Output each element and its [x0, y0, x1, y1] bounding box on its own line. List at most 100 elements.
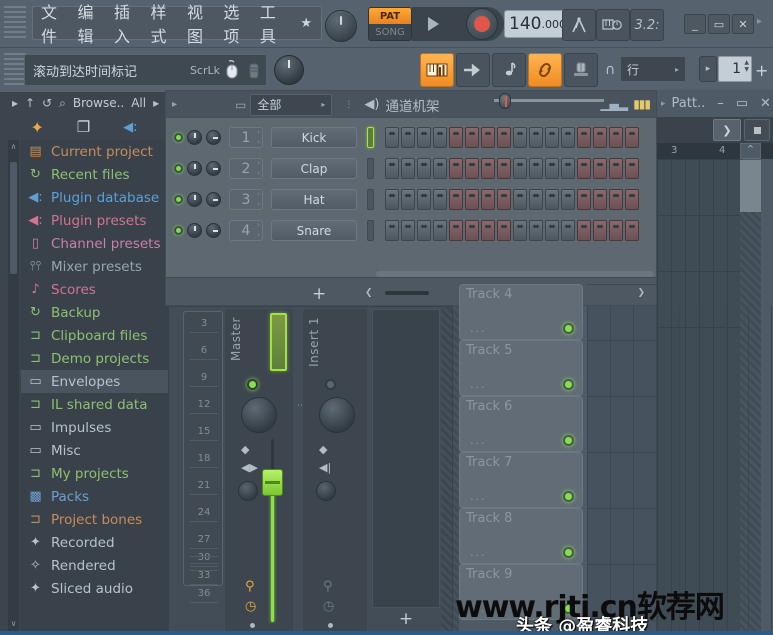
minimize-button[interactable]: _ [684, 14, 706, 34]
browser-item-scores[interactable]: ♪ Scores [21, 278, 168, 301]
step-button[interactable] [577, 127, 591, 148]
channel-number[interactable]: 2 › ‹ [229, 158, 263, 179]
channel-row[interactable]: 2 › ‹ Clap [174, 155, 639, 182]
step-button[interactable] [497, 220, 511, 241]
menu-item-2[interactable]: 插入 [114, 0, 143, 47]
channel-number[interactable]: 4 › ‹ [229, 220, 263, 241]
scroll-left-icon[interactable]: ❮ [365, 288, 373, 298]
add-channel-button[interactable]: + [312, 284, 326, 304]
channel-volume-knob[interactable] [187, 192, 202, 207]
step-button[interactable] [545, 220, 559, 241]
playlist-track-led[interactable] [563, 379, 574, 390]
browser-item-plugin-presets[interactable]: ◀: Plugin presets [21, 209, 168, 232]
browser-item-current-project[interactable]: ▤ Current project [21, 140, 168, 163]
browser-up-icon[interactable]: ↑ [25, 96, 35, 110]
playlist-track-led[interactable] [563, 491, 574, 502]
step-button[interactable] [401, 127, 415, 148]
mixer-pan-knob[interactable] [241, 397, 277, 433]
scroll-right-icon[interactable]: ❯ [637, 288, 645, 298]
browser-item-clipboard-files[interactable]: ⊐ Clipboard files [21, 324, 168, 347]
step-button[interactable] [593, 158, 607, 179]
toolbar-grip-1[interactable] [4, 6, 26, 40]
browser-item-mixer-presets[interactable]: ⫯⫯ Mixer presets [21, 255, 168, 278]
step-button[interactable] [481, 158, 495, 179]
pattern-close-button[interactable]: ✕ [760, 96, 771, 111]
step-button[interactable] [465, 189, 479, 210]
playlist-track[interactable]: Track 6... [459, 396, 583, 452]
mixer-pan-icon[interactable]: ◀| [319, 461, 331, 474]
master-pitch-knob[interactable] [325, 10, 357, 42]
step-button[interactable] [417, 189, 431, 210]
pattern-scroll-thumb[interactable] [740, 160, 761, 212]
link-button[interactable] [528, 53, 562, 87]
pattern-go-button[interactable]: ❯ [713, 119, 741, 141]
step-button[interactable] [417, 127, 431, 148]
browser-more-icon[interactable]: ▸ [153, 96, 159, 110]
search-icon[interactable]: ⌕ [59, 96, 66, 111]
playlist-track-led[interactable] [563, 547, 574, 558]
scroll-bar[interactable] [384, 290, 429, 295]
channel-led[interactable] [174, 195, 183, 204]
mixer-stereo-sep-icon[interactable]: ◆ [241, 443, 249, 456]
browser-item-project-bones[interactable]: ⊐ Project bones [21, 508, 168, 531]
step-button[interactable] [529, 189, 543, 210]
rack-collapse-icon[interactable]: ▸ [172, 99, 177, 110]
step-button[interactable] [433, 158, 447, 179]
channel-pan-knob[interactable] [206, 192, 221, 207]
pattern-colors-icon[interactable]: ▮▮▮ [633, 97, 651, 111]
copy-file-icon[interactable]: ❐ [77, 118, 90, 136]
step-button[interactable] [513, 220, 527, 241]
more-arrow-icon[interactable]: ▸ [757, 16, 762, 27]
step-button[interactable] [529, 158, 543, 179]
step-button[interactable] [609, 220, 623, 241]
add-insert-button[interactable]: + [399, 609, 413, 629]
step-button[interactable] [385, 127, 399, 148]
mixer-pan-knob[interactable] [319, 397, 355, 433]
channel-row[interactable]: 3 › ‹ Hat [174, 186, 639, 213]
channel-pan-knob[interactable] [206, 161, 221, 176]
channel-led[interactable] [174, 133, 183, 142]
step-button[interactable] [481, 189, 495, 210]
step-button[interactable] [417, 220, 431, 241]
graph-icon[interactable]: ▁▄▂ [600, 97, 628, 111]
mixer-enable-led[interactable] [325, 379, 336, 390]
step-button[interactable] [577, 158, 591, 179]
channel-name-button[interactable]: Snare [271, 220, 357, 241]
step-button[interactable] [497, 127, 511, 148]
browser-scrollbar[interactable]: ∧ ∨ [8, 140, 19, 635]
browser-refresh-icon[interactable]: ↺ [42, 96, 52, 110]
play-button[interactable] [412, 7, 454, 41]
step-button[interactable] [481, 220, 495, 241]
mixer-small-knob[interactable] [316, 481, 336, 501]
step-button[interactable] [449, 158, 463, 179]
pattern-scroll-up-button[interactable]: ^ [740, 143, 761, 159]
step-button[interactable] [465, 220, 479, 241]
toolbar-grip-2[interactable] [4, 53, 26, 85]
channel-up-arrow[interactable]: › [257, 191, 260, 198]
step-button[interactable] [561, 189, 575, 210]
channel-down-arrow[interactable]: ‹ [257, 201, 260, 208]
step-button[interactable] [593, 220, 607, 241]
channel-volume-knob[interactable] [187, 130, 202, 145]
channel-row[interactable]: 1 › ‹ Kick [174, 124, 639, 151]
pattern-collapse-icon[interactable]: ▸ [661, 99, 666, 109]
close-button[interactable]: ✕ [732, 14, 754, 34]
browser-item-il-shared-data[interactable]: ⊐ IL shared data [21, 393, 168, 416]
channel-volume-knob[interactable] [187, 161, 202, 176]
step-button[interactable] [385, 189, 399, 210]
browser-item-envelopes[interactable]: ▭ Envelopes [21, 370, 168, 393]
step-button[interactable] [481, 127, 495, 148]
channel-row[interactable]: 4 › ‹ Snare [174, 217, 639, 244]
channel-name-button[interactable]: Clap [271, 158, 357, 179]
playlist-track[interactable]: Track 5... [459, 340, 583, 396]
step-edit-button[interactable] [456, 53, 490, 87]
browser-item-plugin-database[interactable]: ◀: Plugin database [21, 186, 168, 209]
browser-item-impulses[interactable]: ▭ Impulses [21, 416, 168, 439]
mixer-insert-slots-panel[interactable]: + [372, 309, 440, 629]
step-button[interactable] [577, 220, 591, 241]
pattern-step-button[interactable]: ▸ [699, 56, 717, 82]
mixer-clock-icon[interactable]: ◷ [245, 599, 256, 614]
channel-pan-knob[interactable] [206, 223, 221, 238]
headphone-icon[interactable]: ∩ [605, 62, 615, 78]
step-button[interactable] [401, 220, 415, 241]
